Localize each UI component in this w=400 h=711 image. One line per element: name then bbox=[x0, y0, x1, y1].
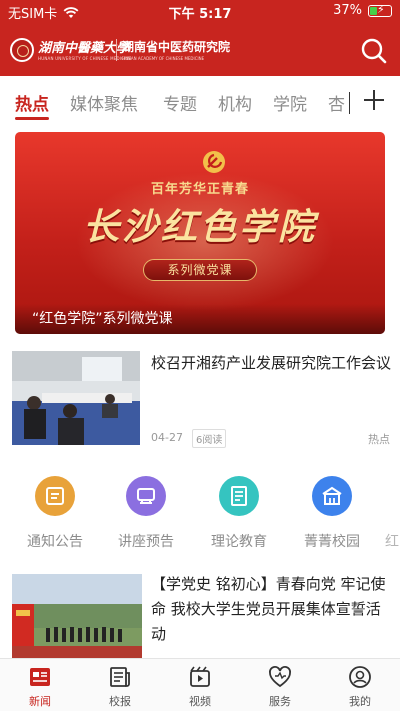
battery-fill bbox=[370, 6, 377, 15]
battery-icon: ⚡ bbox=[368, 2, 392, 17]
banner-caption: “红色学院”系列微党课 bbox=[32, 311, 173, 327]
news-title: 校召开湘药产业发展研究院工作会议 bbox=[151, 354, 392, 372]
news-thumbnail-meeting bbox=[12, 351, 140, 445]
quick-link-label: 讲座预告 bbox=[118, 534, 174, 550]
featured-banner[interactable]: 百年芳华正青春 长沙红色学院 系列微党课 “红色学院”系列微党课 bbox=[15, 132, 385, 334]
tab-colleges[interactable]: 学院 bbox=[273, 90, 307, 115]
news-title: 【学党史 铭初心】青春向党 牢记使命 我校大学生党员开展集体宣誓活动 bbox=[151, 575, 386, 643]
category-tabs: 热点 媒体聚焦 专题 机构 学院 杏 bbox=[0, 76, 400, 124]
news-read-count: 6阅读 bbox=[192, 429, 227, 448]
news-thumbnail-oath bbox=[12, 574, 142, 660]
newspaper-icon bbox=[110, 667, 130, 687]
university-english-name: HUNAN UNIVERSITY OF CHINESE MEDICINE bbox=[38, 56, 132, 61]
nav-video[interactable]: 视频 bbox=[170, 665, 230, 709]
university-seal-logo bbox=[10, 38, 34, 62]
banner-top-line: 百年芳华正青春 bbox=[150, 182, 249, 197]
tab-xing-partial[interactable]: 杏 bbox=[328, 90, 345, 115]
news-date: 04-27 bbox=[151, 431, 183, 444]
tab-media-focus[interactable]: 媒体聚焦 bbox=[70, 90, 138, 115]
tab-divider bbox=[349, 92, 350, 114]
nav-newspaper[interactable]: 校报 bbox=[90, 665, 150, 709]
bottom-navigation: 新闻 校报 视频 服务 我的 bbox=[0, 658, 400, 711]
party-emblem-icon bbox=[203, 151, 225, 173]
add-channel-icon[interactable] bbox=[362, 88, 386, 112]
charging-bolt-icon: ⚡ bbox=[377, 2, 385, 16]
nav-news[interactable]: 新闻 bbox=[10, 665, 70, 709]
active-tab-indicator bbox=[15, 117, 49, 120]
quick-link-partial-spacer bbox=[385, 476, 400, 516]
news-icon bbox=[30, 668, 50, 686]
quick-link-notices[interactable]: 通知公告 bbox=[15, 476, 95, 551]
banner-pill-label: 系列微党课 bbox=[143, 259, 257, 281]
lecture-icon bbox=[126, 476, 166, 516]
book-icon bbox=[219, 476, 259, 516]
quick-link-label: 红 bbox=[385, 534, 399, 550]
news-item[interactable]: 【学党史 铭初心】青春向党 牢记使命 我校大学生党员开展集体宣誓活动 bbox=[0, 570, 400, 670]
profile-icon bbox=[349, 666, 371, 688]
nav-profile[interactable]: 我的 bbox=[330, 665, 390, 709]
news-tag: 热点 bbox=[368, 433, 390, 446]
quick-link-campus[interactable]: 菁菁校园 bbox=[292, 476, 372, 551]
quick-link-theory[interactable]: 理论教育 bbox=[199, 476, 279, 551]
video-icon bbox=[190, 666, 210, 687]
quick-links: 通知公告 讲座预告 理论教育 菁菁校园 红 bbox=[0, 468, 400, 563]
nav-label: 新闻 bbox=[29, 695, 51, 708]
notice-icon bbox=[35, 476, 75, 516]
quick-link-label: 理论教育 bbox=[211, 534, 267, 550]
quick-link-partial[interactable]: 红 bbox=[385, 476, 400, 551]
service-icon bbox=[269, 666, 291, 688]
academy-name: 湖南省中医药研究院 bbox=[122, 40, 231, 54]
quick-link-label: 菁菁校园 bbox=[304, 534, 360, 550]
banner-main-title: 长沙红色学院 bbox=[82, 206, 317, 248]
news-item[interactable]: 校召开湘药产业发展研究院工作会议 04-27 6阅读 热点 bbox=[0, 343, 400, 453]
nav-services[interactable]: 服务 bbox=[250, 665, 310, 709]
nav-label: 服务 bbox=[269, 695, 291, 708]
nav-label: 视频 bbox=[189, 695, 211, 708]
app-screen: 无SIM卡 下午 5:17 37% ⚡ 湖南中醫藥大學 HUNAN UNIVER… bbox=[0, 0, 400, 711]
quick-link-lectures[interactable]: 讲座预告 bbox=[106, 476, 186, 551]
tab-topics[interactable]: 专题 bbox=[163, 90, 197, 115]
tab-institutions[interactable]: 机构 bbox=[218, 90, 252, 115]
academy-english-name: HUNAN ACADEMY OF CHINESE MEDICINE bbox=[122, 56, 205, 61]
search-icon[interactable] bbox=[360, 37, 388, 65]
quick-link-label: 通知公告 bbox=[27, 534, 83, 550]
tab-hot[interactable]: 热点 bbox=[15, 90, 49, 115]
campus-icon bbox=[312, 476, 352, 516]
status-bar: 无SIM卡 下午 5:17 37% ⚡ bbox=[0, 0, 400, 24]
logo-divider bbox=[116, 39, 117, 61]
app-header: 湖南中醫藥大學 HUNAN UNIVERSITY OF CHINESE MEDI… bbox=[0, 24, 400, 76]
status-bar-right: 37% ⚡ bbox=[333, 3, 392, 18]
nav-label: 校报 bbox=[109, 695, 131, 708]
nav-label: 我的 bbox=[349, 695, 371, 708]
battery-percent: 37% bbox=[333, 3, 362, 18]
